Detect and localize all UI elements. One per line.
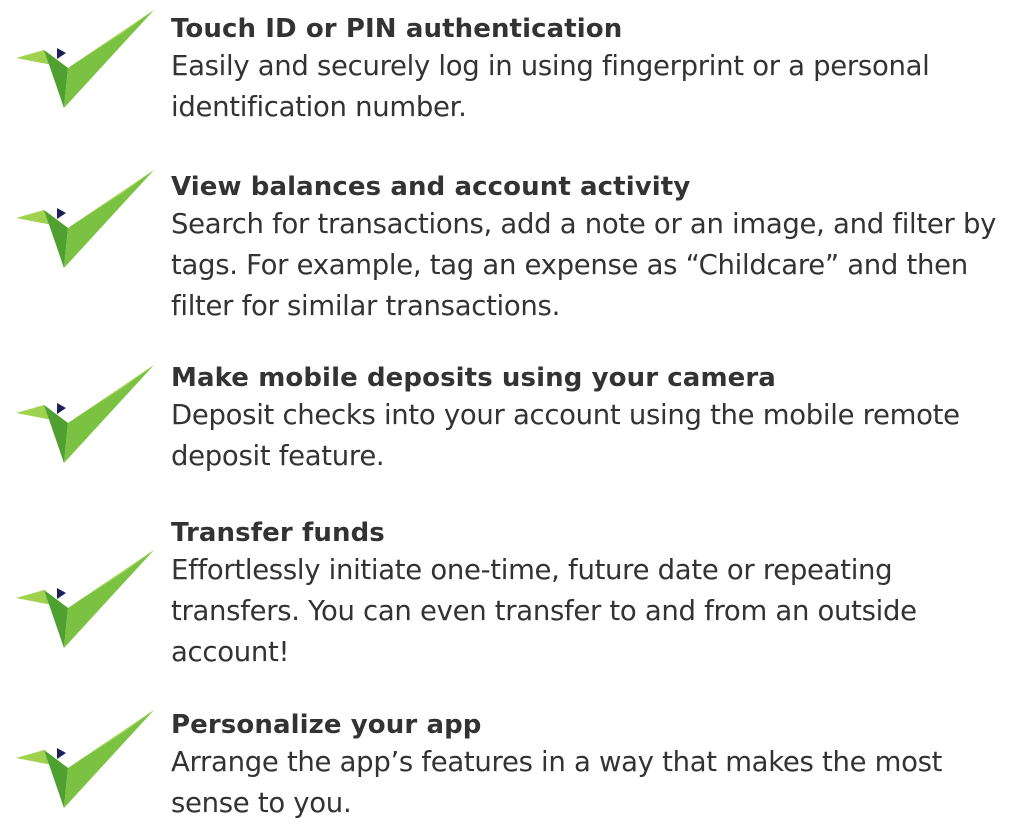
feature-description: Search for transactions, add a note or a… (171, 208, 997, 322)
feature-title: Transfer funds (171, 518, 385, 548)
feature-description: Deposit checks into your account using t… (171, 399, 960, 472)
feature-title: Personalize your app (171, 710, 482, 740)
checkmark-icon (4, 10, 154, 110)
feature-description: Effortlessly initiate one-time, future d… (171, 554, 917, 668)
checkmark-icon (4, 170, 154, 270)
checkmark-icon (4, 550, 154, 650)
feature-description: Easily and securely log in using fingerp… (171, 50, 930, 123)
feature-description: Arrange the app’s features in a way that… (171, 746, 943, 819)
feature-title: Make mobile deposits using your camera (171, 363, 776, 393)
checkmark-icon (4, 365, 154, 465)
feature-title: Touch ID or PIN authentication (171, 14, 623, 44)
feature-title: View balances and account activity (171, 172, 691, 202)
checkmark-icon (4, 710, 154, 810)
